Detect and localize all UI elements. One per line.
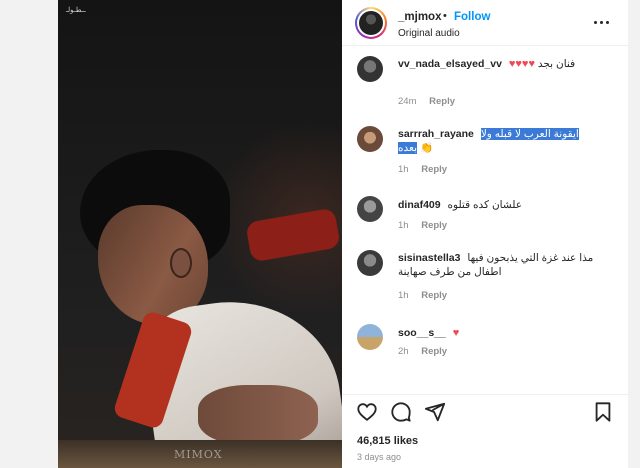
commenter-avatar[interactable] [357, 196, 383, 222]
comment-meta: 1h Reply [398, 164, 447, 175]
comment-body: علشان كده قتلوه [447, 199, 522, 211]
commenter-username[interactable]: dinaf409 [398, 199, 441, 211]
share-send-icon[interactable] [424, 401, 446, 423]
commenter-avatar[interactable] [357, 324, 383, 350]
comment-text: sisinastella3 مذا عند غزة التي يذبحون في… [398, 251, 612, 279]
comment-time: 2h [398, 346, 409, 357]
comment-body-line1: مذا عند غزة التي يذبحون فيها [467, 252, 594, 264]
reply-button[interactable]: Reply [429, 96, 455, 107]
commenter-username[interactable]: sisinastella3 [398, 252, 460, 264]
video-corner-mark: ــطـولـ [66, 7, 86, 14]
comment-meta: 24m Reply [398, 96, 455, 107]
comment-time: 24m [398, 96, 417, 107]
commenter-username[interactable]: soo__s__ [398, 327, 446, 339]
save-bookmark-icon[interactable] [592, 401, 614, 423]
author-avatar[interactable] [355, 7, 387, 39]
follow-button[interactable]: Follow [454, 11, 490, 23]
page-background-right [628, 0, 640, 468]
comment-body: فنان بجد [537, 58, 576, 70]
post-header: _mjmox • Follow Original audio [342, 0, 628, 46]
comment-text: dinaf409 علشان كده قتلوه [398, 198, 612, 212]
video-watermark: MIMOX [174, 448, 223, 461]
like-heart-icon[interactable] [356, 401, 378, 423]
comment-time: 1h [398, 220, 409, 231]
comment-time: 1h [398, 164, 409, 175]
comment-meta: 1h Reply [398, 220, 447, 231]
commenter-avatar[interactable] [357, 56, 383, 82]
comment-body-line1: ايقونة العرب لا قبله ولا [480, 128, 579, 140]
comment-text: vv_nada_elsayed_vv ♥♥♥♥ فنان بجد [398, 57, 612, 71]
audio-label[interactable]: Original audio [398, 28, 460, 39]
commenter-avatar[interactable] [357, 250, 383, 276]
clap-emoji: 👏 [419, 142, 434, 154]
comment-body-line2: اطفال من طرف صهاينة [398, 266, 502, 278]
reply-button[interactable]: Reply [421, 164, 447, 175]
post-date: 3 days ago [357, 452, 402, 462]
author-username[interactable]: _mjmox [398, 11, 441, 23]
hand-shape [198, 385, 318, 445]
commenter-username[interactable]: sarrrah_rayane [398, 128, 474, 140]
ear-shape [170, 248, 192, 278]
likes-count[interactable]: 46,815 likes [357, 435, 418, 447]
comment-meta: 1h Reply [398, 290, 447, 301]
reply-button[interactable]: Reply [421, 346, 447, 357]
post-actions-bar [342, 394, 628, 428]
reply-button[interactable]: Reply [421, 290, 447, 301]
commenter-avatar[interactable] [357, 126, 383, 152]
comment-bubble-icon[interactable] [390, 401, 412, 423]
commenter-username[interactable]: vv_nada_elsayed_vv [398, 58, 502, 70]
comments-list[interactable]: vv_nada_elsayed_vv ♥♥♥♥ فنان بجد 24m Rep… [342, 48, 628, 388]
separator-dot: • [443, 10, 447, 22]
post-side-panel: _mjmox • Follow Original audio vv_nada_e… [342, 0, 628, 468]
comment-body-line2: بعده [398, 142, 418, 154]
reply-button[interactable]: Reply [421, 220, 447, 231]
heart-emoji: ♥♥♥♥ [508, 58, 535, 70]
comment-text: sarrrah_rayane ايقونة العرب لا قبله ولا … [398, 127, 612, 155]
comment-time: 1h [398, 290, 409, 301]
post-video[interactable]: ــطـولـ MIMOX [58, 0, 342, 468]
heart-emoji: ♥ [452, 327, 460, 339]
more-options-icon[interactable] [592, 14, 612, 30]
comment-text: soo__s__ ♥ [398, 326, 612, 340]
comment-meta: 2h Reply [398, 346, 447, 357]
page-background-left [0, 0, 58, 468]
